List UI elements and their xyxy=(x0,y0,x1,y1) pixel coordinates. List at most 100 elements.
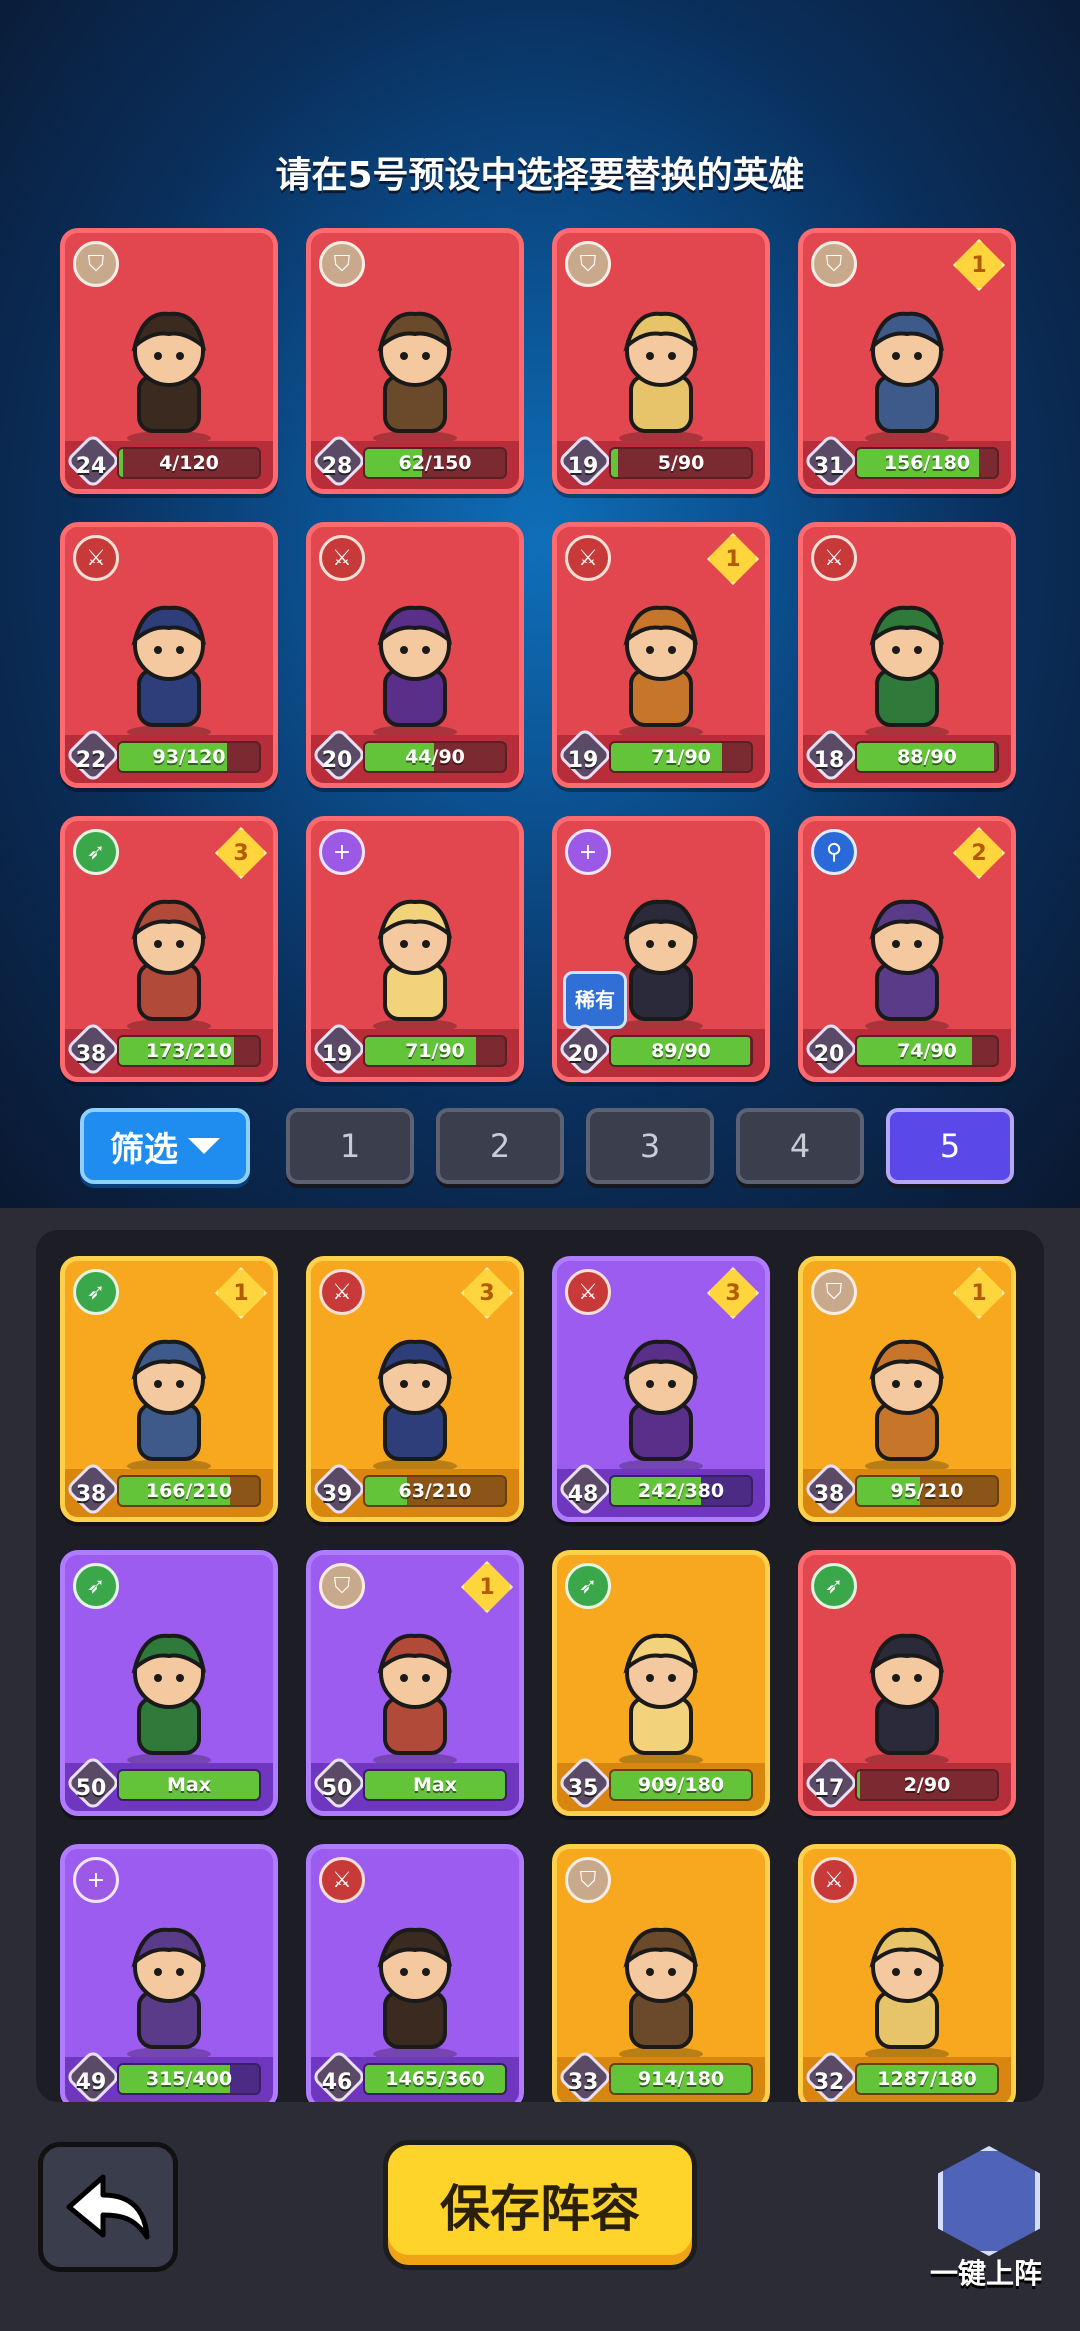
shard-progress-text: 62/150 xyxy=(398,452,472,474)
roster-hero-card[interactable]: ➶ 50 Max xyxy=(60,1550,278,1816)
hero-portrait xyxy=(865,606,949,740)
preset-hero-card[interactable]: ⛉ 28 62/150 xyxy=(306,228,524,494)
hero-portrait xyxy=(619,312,703,446)
shard-progress-text: 74/90 xyxy=(897,1040,957,1062)
roster-hero-card[interactable]: ➶ 1 38 166/210 xyxy=(60,1256,278,1522)
preset-hero-card[interactable]: ⚔ 18 88/90 xyxy=(798,522,1016,788)
hero-portrait xyxy=(619,606,703,740)
shard-progress-text: 5/90 xyxy=(657,452,705,474)
preset-hero-card[interactable]: ➶ 3 38 173/210 xyxy=(60,816,278,1082)
hero-portrait xyxy=(619,1928,703,2062)
roster-hero-card[interactable]: ⛉ 33 914/180 xyxy=(552,1844,770,2102)
shard-progress-text: 1287/180 xyxy=(877,2068,977,2090)
auto-deploy-icon xyxy=(938,2146,1040,2256)
preset-hero-card[interactable]: ⚔ 1 19 71/90 xyxy=(552,522,770,788)
shard-progress-text: 2/90 xyxy=(903,1774,951,1796)
hero-level: 49 xyxy=(75,2070,107,2095)
roster-hero-card[interactable]: ➶ 35 909/180 xyxy=(552,1550,770,1816)
shard-progress-text: 95/210 xyxy=(890,1480,964,1502)
shard-progress-text: 63/210 xyxy=(398,1480,472,1502)
hero-level: 20 xyxy=(813,1042,845,1067)
shard-progress-bar: 315/400 xyxy=(117,2063,261,2095)
rarity-badge: 稀有 xyxy=(563,971,627,1029)
warrior-class-icon: ⚔ xyxy=(565,535,611,581)
hero-level: 28 xyxy=(321,454,353,479)
shard-progress-text: 173/210 xyxy=(145,1040,233,1062)
archer-class-icon: ➶ xyxy=(811,1563,857,1609)
shard-progress-bar: 62/150 xyxy=(363,447,507,479)
shard-progress-bar: 4/120 xyxy=(117,447,261,479)
preset-hero-card[interactable]: ⚔ 20 44/90 xyxy=(306,522,524,788)
hero-level: 20 xyxy=(567,1042,599,1067)
shard-progress-text: 44/90 xyxy=(405,746,465,768)
hero-portrait xyxy=(619,1340,703,1474)
instruction-text: 请在5号预设中选择要替换的英雄 xyxy=(275,155,805,196)
preset-hero-card[interactable]: ⛉ 1 31 156/180 xyxy=(798,228,1016,494)
hero-roster-panel[interactable]: ➶ 1 38 166/210 ⚔ 3 39 63/210 ⚔ 3 48 242/380 ⛉ 1 38 95/2… xyxy=(36,1230,1044,2102)
shard-progress-text: 156/180 xyxy=(883,452,971,474)
tank-class-icon: ⛉ xyxy=(319,241,365,287)
auto-deploy-label: 一键上阵 xyxy=(929,2257,1042,2290)
shard-progress-text: 242/380 xyxy=(637,1480,725,1502)
roster-hero-card[interactable]: ⚔ 32 1287/180 xyxy=(798,1844,1016,2102)
shard-progress-bar: 71/90 xyxy=(363,1035,507,1067)
preset-tab-3[interactable]: 3 xyxy=(586,1108,714,1184)
preset-tab-5[interactable]: 5 xyxy=(886,1108,1014,1184)
preset-hero-card[interactable]: ⚔ 22 93/120 xyxy=(60,522,278,788)
shard-progress-bar: 95/210 xyxy=(855,1475,999,1507)
archer-class-icon: ➶ xyxy=(73,1563,119,1609)
shard-progress-bar: 156/180 xyxy=(855,447,999,479)
shard-progress-bar: 914/180 xyxy=(609,2063,753,2095)
save-lineup-label: 保存阵容 xyxy=(440,2180,640,2238)
filter-button[interactable]: 筛选 xyxy=(80,1108,250,1184)
shard-progress-text: 909/180 xyxy=(637,1774,725,1796)
shard-progress-text: 166/210 xyxy=(145,1480,233,1502)
hero-portrait xyxy=(865,900,949,1034)
hero-portrait xyxy=(865,1634,949,1768)
hero-level: 18 xyxy=(813,748,845,773)
preset-hero-card[interactable]: ⚲ 2 20 74/90 xyxy=(798,816,1016,1082)
roster-hero-card[interactable]: ⚔ 3 39 63/210 xyxy=(306,1256,524,1522)
back-button[interactable] xyxy=(38,2142,178,2272)
hero-portrait xyxy=(127,1340,211,1474)
shard-progress-text: 4/120 xyxy=(159,452,219,474)
shard-progress-text: Max xyxy=(413,1774,457,1796)
shard-progress-text: 1465/360 xyxy=(385,2068,485,2090)
shard-progress-text: 914/180 xyxy=(637,2068,725,2090)
save-lineup-button[interactable]: 保存阵容 xyxy=(383,2140,697,2270)
roster-hero-card[interactable]: +49 315/400 xyxy=(60,1844,278,2102)
preset-tab-1[interactable]: 1 xyxy=(286,1108,414,1184)
roster-hero-card[interactable]: ⚔ 3 48 242/380 xyxy=(552,1256,770,1522)
roster-hero-card[interactable]: ⛉ 1 38 95/210 xyxy=(798,1256,1016,1522)
preset-hero-card[interactable]: ⛉ 24 4/120 xyxy=(60,228,278,494)
hero-portrait xyxy=(127,1928,211,2062)
tank-class-icon: ⛉ xyxy=(811,241,857,287)
shard-progress-text: 89/90 xyxy=(651,1040,711,1062)
shard-progress-text: 71/90 xyxy=(405,1040,465,1062)
hero-level: 19 xyxy=(567,454,599,479)
hero-level: 39 xyxy=(321,1482,353,1507)
warrior-class-icon: ⚔ xyxy=(811,535,857,581)
hero-level: 46 xyxy=(321,2070,353,2095)
preset-tab-4[interactable]: 4 xyxy=(736,1108,864,1184)
hero-level: 32 xyxy=(813,2070,845,2095)
hero-portrait xyxy=(373,312,457,446)
hero-level: 31 xyxy=(813,454,845,479)
roster-hero-card[interactable]: ➶ 17 2/90 xyxy=(798,1550,1016,1816)
auto-deploy-button[interactable]: 一键上阵 xyxy=(916,2146,1056,2296)
hero-level: 19 xyxy=(567,748,599,773)
hero-level: 35 xyxy=(567,1776,599,1801)
preset-hero-card[interactable]: + 稀有 20 89/90 xyxy=(552,816,770,1082)
hero-portrait xyxy=(619,1634,703,1768)
support-class-icon: + xyxy=(73,1857,119,1903)
preset-hero-card[interactable]: +19 71/90 xyxy=(306,816,524,1082)
roster-hero-card[interactable]: ⚔ 46 1465/360 xyxy=(306,1844,524,2102)
hero-portrait xyxy=(127,606,211,740)
hero-level: 20 xyxy=(321,748,353,773)
hero-level: 48 xyxy=(567,1482,599,1507)
hero-level: 38 xyxy=(813,1482,845,1507)
preset-tab-2[interactable]: 2 xyxy=(436,1108,564,1184)
preset-hero-card[interactable]: ⛉ 19 5/90 xyxy=(552,228,770,494)
roster-hero-card[interactable]: ⛉ 1 50 Max xyxy=(306,1550,524,1816)
tank-class-icon: ⛉ xyxy=(811,1269,857,1315)
